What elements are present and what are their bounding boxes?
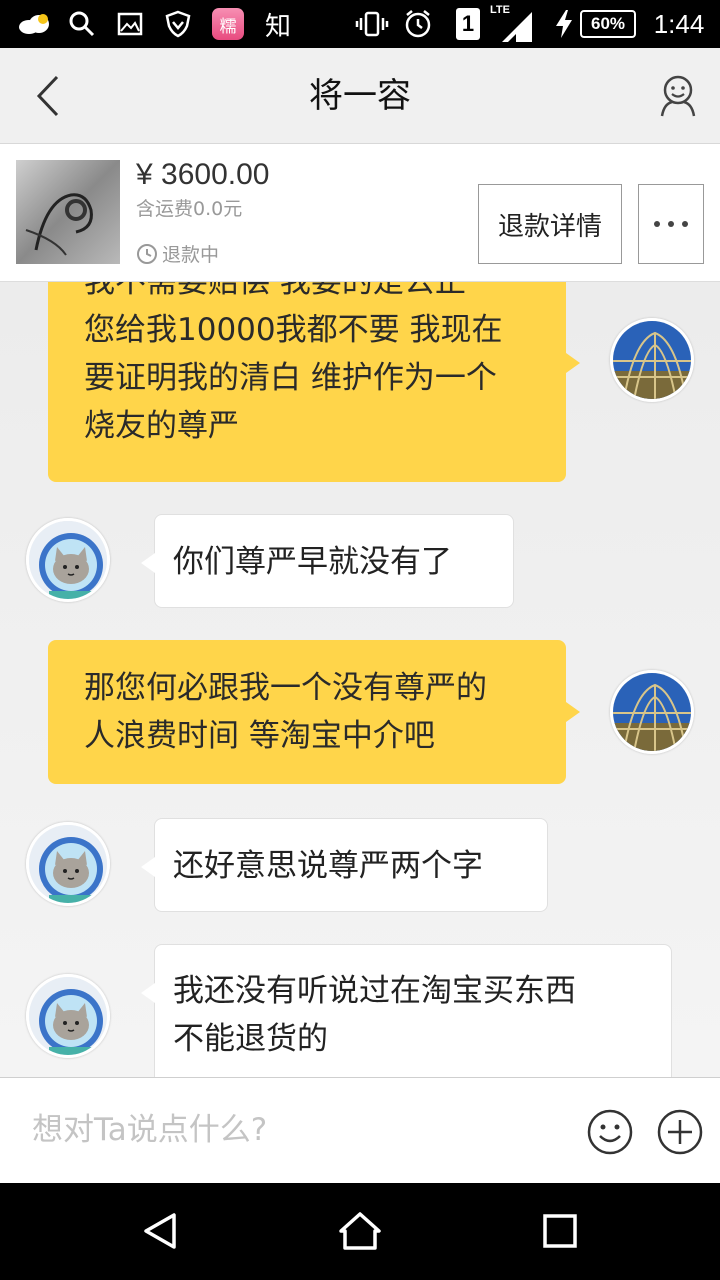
message-bubble-peer[interactable]: 你们尊严早就没有了 <box>141 514 514 608</box>
message-line: 你们尊严早就没有了 <box>173 544 452 580</box>
message-line: 要证明我的清白 维护作为一个 <box>84 360 497 396</box>
nav-recent-button[interactable] <box>536 1207 584 1255</box>
image-icon <box>110 0 150 48</box>
nav-back-icon <box>144 1213 176 1249</box>
signal-icon: LTE <box>488 0 536 48</box>
alarm-icon <box>398 0 438 48</box>
product-thumbnail[interactable] <box>16 160 120 264</box>
peer-avatar[interactable] <box>26 822 110 906</box>
plus-icon <box>657 1109 703 1155</box>
message-line: 还好意思说尊严两个字 <box>173 848 483 884</box>
message-line: 我还没有听说过在淘宝买东西 <box>173 973 576 1009</box>
peer-avatar[interactable] <box>26 518 110 602</box>
order-price: ¥ 3600.00 <box>136 158 270 191</box>
message-bubble-peer[interactable]: 还好意思说尊严两个字 <box>141 818 548 912</box>
vibrate-icon <box>352 0 392 48</box>
battery-label: 60% <box>580 10 636 38</box>
message-line: 烧友的尊严 <box>84 408 239 444</box>
self-avatar[interactable] <box>610 670 694 754</box>
nav-recent-icon <box>543 1214 577 1248</box>
app-notification-icon: 糯 <box>210 0 246 48</box>
emoji-button[interactable] <box>586 1108 634 1156</box>
more-icon <box>654 221 688 227</box>
charging-icon <box>552 0 576 48</box>
message-line: 不能退货的 <box>173 1021 328 1057</box>
back-chevron-icon <box>36 75 59 117</box>
nav-home-button[interactable] <box>336 1207 384 1255</box>
nav-back-button[interactable] <box>136 1207 184 1255</box>
more-actions-button[interactable] <box>656 1108 704 1156</box>
sim-slot-label: 1 <box>456 8 480 40</box>
refund-details-button[interactable]: 退款详情 <box>478 184 622 264</box>
message-line: 您给我10000我都不要 我现在 <box>84 312 503 348</box>
self-avatar[interactable] <box>610 318 694 402</box>
refund-status-label: 退款中 <box>162 244 220 266</box>
message-line: 人浪费时间 等淘宝中介吧 <box>84 718 435 754</box>
message-bubble-self[interactable]: 那您何必跟我一个没有尊严的 人浪费时间 等淘宝中介吧 <box>48 640 580 784</box>
system-nav-bar <box>0 1183 720 1280</box>
weather-cloud-icon <box>14 0 54 48</box>
refund-status: 退款中 <box>136 240 219 267</box>
profile-icon <box>660 75 696 117</box>
message-input[interactable] <box>32 1102 562 1158</box>
zhihu-icon: 知 <box>264 11 291 42</box>
clock-time: 1:44 <box>653 8 705 39</box>
message-line: 那您何必跟我一个没有尊严的 <box>84 670 487 706</box>
chat-area[interactable]: 我不需要赔偿 我要的是公正 您给我10000我都不要 我现在 要证明我的清白 维… <box>0 282 720 1077</box>
emoji-icon <box>587 1109 633 1155</box>
peer-avatar[interactable] <box>26 974 110 1058</box>
clock-icon <box>137 243 157 264</box>
search-icon <box>62 0 102 48</box>
nav-home-icon <box>339 1212 381 1250</box>
sim-icon: 1 <box>454 0 482 48</box>
page-title: 将一容 <box>309 76 411 116</box>
status-bar: 糯 知 1 LTE 60% 1:44 <box>0 0 720 48</box>
chat-header: 将一容 <box>0 48 720 144</box>
message-bubble-peer[interactable]: 我还没有听说过在淘宝买东西 不能退货的 <box>141 944 672 1077</box>
more-button[interactable] <box>638 184 704 264</box>
message-line: 我不需要赔偿 我要的是公正 <box>84 282 466 300</box>
app-badge-label: 糯 <box>212 8 244 40</box>
shipping-fee: 含运费0.0元 <box>136 198 243 220</box>
shield-icon <box>158 0 198 48</box>
battery-icon: 60% <box>578 0 638 48</box>
message-input-bar <box>0 1077 720 1183</box>
order-summary-bar: ¥ 3600.00 含运费0.0元 退款中 退款详情 <box>0 144 720 282</box>
message-bubble-self[interactable]: 我不需要赔偿 我要的是公正 您给我10000我都不要 我现在 要证明我的清白 维… <box>48 282 580 482</box>
back-button[interactable] <box>24 72 72 120</box>
profile-button[interactable] <box>654 72 702 120</box>
